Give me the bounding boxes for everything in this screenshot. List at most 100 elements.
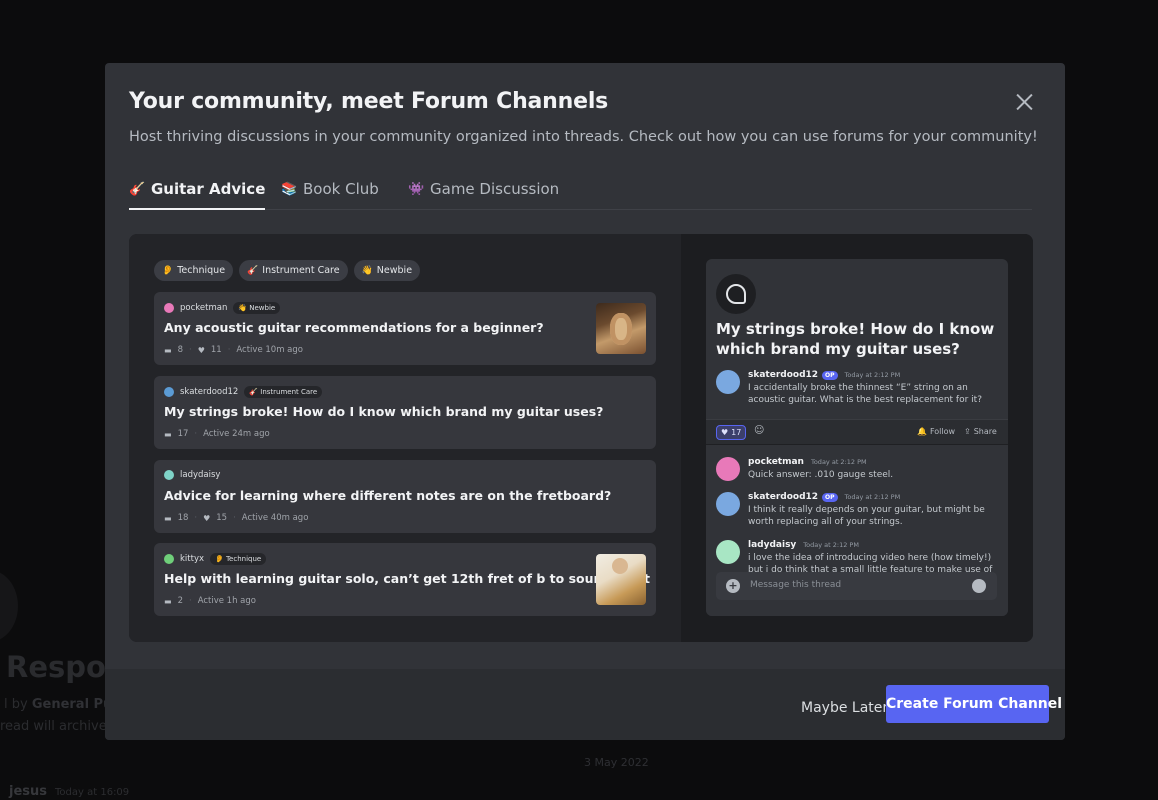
- modal-title: Your community, meet Forum Channels: [129, 89, 609, 114]
- post-author: pocketman: [180, 303, 228, 313]
- share-button[interactable]: ⇪ Share: [964, 427, 997, 436]
- message-time: Today at 2:12 PM: [844, 493, 901, 501]
- post-stats: ▬ 2 · Active 1h ago: [164, 596, 256, 606]
- guitar-player-thumbnail: [596, 554, 646, 605]
- avatar: [164, 554, 174, 564]
- acoustic-guitar-thumbnail: [596, 303, 646, 354]
- reaction-icon: ♥: [203, 513, 211, 523]
- thread-preview: My strings broke! How do I know which br…: [706, 259, 1008, 616]
- background-message-author: jesus Today at 16:09: [9, 784, 130, 799]
- op-badge: OP: [822, 492, 838, 502]
- reaction-count: 15: [216, 513, 228, 523]
- wave-icon: 👋: [361, 265, 373, 276]
- example-tabs: 🎸 Guitar Advice 📚 Book Club 👾 Game Discu…: [129, 168, 1032, 210]
- post-title: Any acoustic guitar recommendations for …: [164, 320, 544, 335]
- modal-subtitle: Host thriving discussions in your commun…: [129, 129, 1038, 145]
- post-tag: 🎸 Instrument Care: [244, 386, 323, 398]
- forum-preview: 👂 Technique 🎸 Instrument Care 👋 Newbie pock…: [129, 234, 1033, 642]
- tab-label: Guitar Advice: [151, 180, 266, 198]
- thread-action-bar: ♥ 17 ☺ 🔔 Follow ⇪ Share: [706, 419, 1008, 445]
- emoji-icon[interactable]: [972, 579, 986, 593]
- follow-button[interactable]: 🔔 Follow: [917, 427, 955, 436]
- post-stats: ▬ 18 · ♥ 15 · Active 40m ago: [164, 513, 309, 523]
- reaction-count: 11: [210, 345, 222, 355]
- forum-channels-modal: Your community, meet Forum Channels Host…: [105, 63, 1065, 740]
- op-badge: OP: [822, 370, 838, 380]
- post-meta: skaterdood12 🎸 Instrument Care: [164, 386, 323, 398]
- tab-guitar-advice[interactable]: 🎸 Guitar Advice: [129, 174, 266, 210]
- avatar: [716, 540, 740, 564]
- modal-footer: Maybe Later Create Forum Channel: [105, 669, 1065, 740]
- background-line-2: read will archive: [0, 719, 107, 734]
- message-text: I accidentally broke the thinnest “E” st…: [748, 383, 982, 405]
- thread-title: My strings broke! How do I know which br…: [716, 320, 995, 358]
- background-line-1: l by General Pur: [4, 697, 119, 712]
- message-time: Today at 2:12 PM: [810, 458, 867, 466]
- reaction-count: 17: [731, 428, 742, 437]
- forum-post[interactable]: ladydaisy Advice for learning where diff…: [154, 460, 656, 533]
- message-author: ladydaisy: [748, 540, 797, 550]
- op-message: skaterdood12 OP Today at 2:12 PM I accid…: [716, 370, 1001, 410]
- comment-count: 8: [177, 345, 183, 355]
- background-heading: Respo: [6, 650, 106, 684]
- avatar: [716, 492, 740, 516]
- tab-book-club[interactable]: 📚 Book Club: [281, 174, 379, 204]
- message-placeholder: Message this thread: [750, 580, 842, 590]
- post-author: kittyx: [180, 554, 205, 564]
- maybe-later-button[interactable]: Maybe Later: [801, 700, 888, 716]
- tag-newbie[interactable]: 👋 Newbie: [353, 260, 421, 281]
- forum-post[interactable]: kittyx 👂 Technique Help with learning gu…: [154, 543, 656, 616]
- last-active: Active 10m ago: [236, 345, 303, 355]
- reaction-pill[interactable]: ♥ 17: [716, 425, 747, 440]
- avatar: [716, 457, 740, 481]
- tag-instrument-care[interactable]: 🎸 Instrument Care: [239, 260, 348, 281]
- add-reaction-icon[interactable]: ☺: [754, 425, 764, 436]
- message-text: I think it really depends on your guitar…: [748, 505, 985, 527]
- forum-post[interactable]: skaterdood12 🎸 Instrument Care My string…: [154, 376, 656, 449]
- thread-message-input[interactable]: + Message this thread: [716, 572, 997, 600]
- tab-game-discussion[interactable]: 👾 Game Discussion: [408, 174, 559, 204]
- plus-icon[interactable]: +: [726, 579, 740, 593]
- post-tag: 👋 Newbie: [233, 302, 281, 314]
- post-title: My strings broke! How do I know which br…: [164, 404, 604, 419]
- post-meta: kittyx 👂 Technique: [164, 553, 267, 565]
- message-author: skaterdood12: [748, 370, 819, 380]
- post-meta: pocketman 👋 Newbie: [164, 302, 281, 314]
- comment-icon: ▬: [164, 345, 172, 355]
- reaction-icon: ♥: [721, 428, 729, 437]
- tab-label: Game Discussion: [430, 180, 560, 198]
- message-author: skaterdood12: [748, 492, 819, 502]
- background-avatar: [0, 570, 18, 642]
- chat-bubble-icon: [716, 274, 756, 314]
- post-meta: ladydaisy: [164, 470, 220, 480]
- guitar-icon: 🎸: [129, 181, 146, 197]
- comment-count: 18: [177, 513, 189, 523]
- post-stats: ▬ 17 · Active 24m ago: [164, 429, 270, 439]
- comment-count: 17: [177, 429, 189, 439]
- post-title: Advice for learning where different note…: [164, 488, 612, 503]
- post-author: skaterdood12: [180, 387, 239, 397]
- last-active: Active 1h ago: [197, 596, 256, 606]
- message-author: pocketman: [748, 457, 804, 467]
- avatar: [164, 470, 174, 480]
- close-icon[interactable]: [1010, 89, 1040, 115]
- guitar-icon: 🎸: [247, 265, 259, 276]
- post-tag: 👂 Technique: [210, 553, 267, 565]
- avatar: [164, 303, 174, 313]
- comment-icon: ▬: [164, 513, 172, 523]
- create-forum-channel-button[interactable]: Create Forum Channel: [886, 685, 1062, 723]
- tag-technique[interactable]: 👂 Technique: [154, 260, 234, 281]
- alien-monster-icon: 👾: [408, 181, 425, 197]
- reaction-icon: ♥: [197, 345, 205, 355]
- post-stats: ▬ 8 · ♥ 11 · Active 10m ago: [164, 345, 303, 355]
- last-active: Active 40m ago: [241, 513, 309, 523]
- post-author: ladydaisy: [180, 470, 221, 480]
- comment-icon: ▬: [164, 429, 172, 439]
- reply-message: skaterdood12 OP Today at 2:12 PM I think…: [716, 492, 1001, 532]
- share-icon: ⇪: [964, 427, 971, 436]
- forum-post[interactable]: pocketman 👋 Newbie Any acoustic guitar r…: [154, 292, 656, 365]
- avatar: [164, 387, 174, 397]
- comment-count: 2: [177, 596, 183, 606]
- tab-label: Book Club: [303, 180, 379, 198]
- ear-icon: 👂: [162, 265, 174, 276]
